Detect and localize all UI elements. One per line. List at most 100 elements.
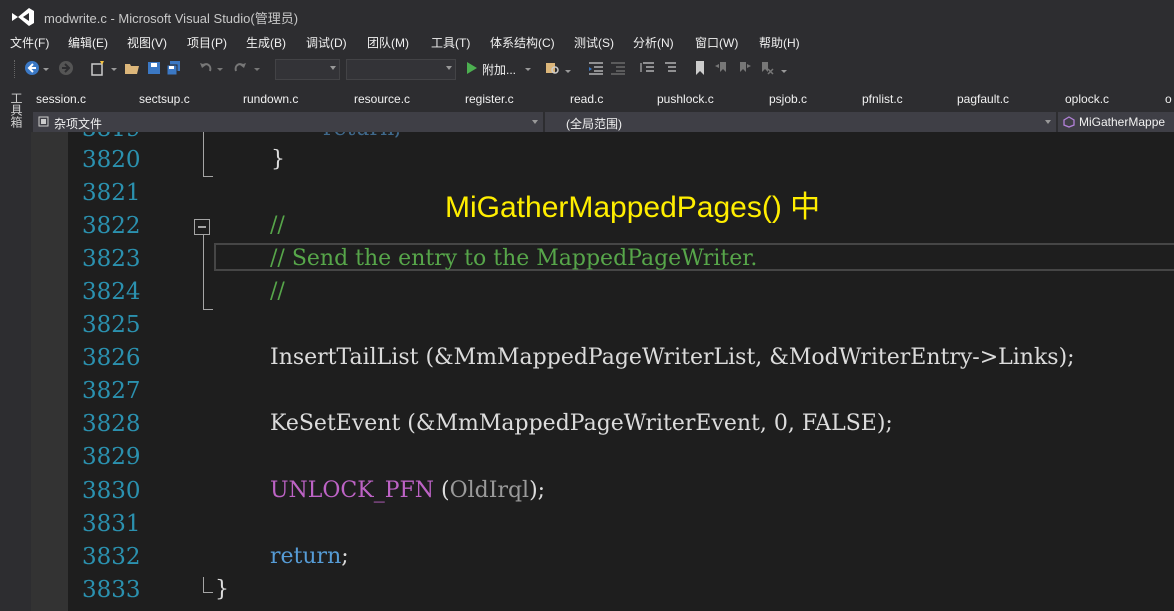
method-icon	[1063, 116, 1075, 128]
outline-guide	[203, 309, 213, 310]
line-number: 3821	[82, 180, 141, 206]
solution-platform-dropdown[interactable]	[346, 59, 456, 80]
increase-indent-icon[interactable]	[610, 60, 626, 76]
tab-overflow[interactable]: o	[1165, 92, 1172, 106]
code-line: KeSetEvent (&MmMappedPageWriterEvent, 0,…	[270, 411, 893, 436]
tab-sectsup-c[interactable]: sectsup.c	[139, 92, 190, 106]
tab-read-c[interactable]: read.c	[570, 92, 603, 106]
scope-dropdown-value: (全局范围)	[566, 117, 622, 131]
line-number: 3825	[82, 312, 141, 338]
project-dropdown-value: 杂项文件	[54, 117, 103, 131]
code-token: (	[434, 478, 450, 503]
parameter-token: OldIrql	[449, 478, 530, 503]
standard-toolbar: 附加...	[0, 54, 1174, 82]
menu-build[interactable]: 生成(B)	[246, 34, 286, 51]
redo-icon[interactable]	[232, 60, 248, 76]
line-number: 3824	[82, 279, 141, 305]
outline-guide	[203, 176, 213, 177]
chevron-down-icon[interactable]	[564, 60, 572, 76]
chevron-down-icon	[1045, 120, 1051, 124]
code-line: }	[215, 577, 229, 602]
menu-debug[interactable]: 调试(D)	[306, 34, 347, 51]
previous-bookmark-icon[interactable]	[714, 60, 730, 76]
project-dropdown[interactable]: 杂项文件	[33, 112, 543, 132]
next-bookmark-icon[interactable]	[736, 60, 752, 76]
scope-dropdown[interactable]: (全局范围)	[545, 112, 1056, 132]
line-number-margin: 3819 3820 3821 3822 3823 3824 3825 3826 …	[68, 132, 168, 611]
toolbox-rail: 工具箱	[0, 84, 31, 611]
chevron-down-icon[interactable]	[42, 60, 50, 76]
line-number: 3832	[82, 544, 141, 570]
save-all-icon[interactable]	[166, 60, 182, 76]
tab-rundown-c[interactable]: rundown.c	[243, 92, 298, 106]
menu-help[interactable]: 帮助(H)	[759, 34, 800, 51]
new-project-icon[interactable]	[90, 60, 106, 76]
line-number: 3820	[82, 147, 141, 173]
tab-resource-c[interactable]: resource.c	[354, 92, 410, 106]
uncomment-lines-icon[interactable]	[662, 60, 678, 76]
code-line: return;	[270, 544, 349, 569]
code-line: InsertTailList (&MmMappedPageWriterList,…	[270, 345, 1075, 370]
attach-button[interactable]: 附加...	[482, 61, 516, 78]
tab-register-c[interactable]: register.c	[465, 92, 514, 106]
line-number: 3823	[82, 246, 141, 272]
chevron-down-icon	[330, 66, 336, 70]
menu-tools[interactable]: 工具(T)	[431, 34, 470, 51]
undo-icon[interactable]	[198, 60, 214, 76]
save-icon[interactable]	[146, 60, 162, 76]
collapse-toggle[interactable]	[194, 219, 210, 235]
window-title: modwrite.c - Microsoft Visual Studio(管理员…	[44, 11, 299, 26]
toolbar-grip[interactable]	[14, 60, 18, 78]
code-editor[interactable]: 3819 3820 3821 3822 3823 3824 3825 3826 …	[31, 132, 1174, 611]
menu-test[interactable]: 测试(S)	[574, 34, 614, 51]
member-dropdown-value: MiGatherMappe	[1079, 115, 1166, 129]
code-line: // Send the entry to the MappedPageWrite…	[270, 246, 758, 271]
tab-pfnlist-c[interactable]: pfnlist.c	[862, 92, 903, 106]
tab-session-c[interactable]: session.c	[36, 92, 86, 106]
open-file-icon[interactable]	[124, 60, 140, 76]
chevron-down-icon[interactable]	[524, 60, 532, 76]
menu-project[interactable]: 项目(P)	[187, 34, 227, 51]
annotation-caption: MiGatherMappedPages() 中	[445, 191, 821, 224]
menu-window[interactable]: 窗口(W)	[695, 34, 738, 51]
navigate-forward-icon[interactable]	[58, 60, 74, 76]
find-in-files-icon[interactable]	[544, 60, 560, 76]
code-line: //	[270, 279, 285, 304]
indicator-margin[interactable]	[31, 132, 68, 611]
file-icon	[38, 116, 49, 127]
solution-configuration-dropdown[interactable]	[275, 59, 340, 80]
line-number: 3829	[82, 444, 141, 470]
chevron-down-icon	[446, 66, 452, 70]
tab-oplock-c[interactable]: oplock.c	[1065, 92, 1109, 106]
decrease-indent-icon[interactable]	[588, 60, 604, 76]
tab-psjob-c[interactable]: psjob.c	[769, 92, 807, 106]
outline-guide	[203, 577, 204, 593]
line-number: 3831	[82, 511, 141, 537]
navigation-bar: 杂项文件 (全局范围) MiGatherMappe	[31, 110, 1174, 132]
chevron-down-icon[interactable]	[110, 60, 118, 76]
start-debugging-icon[interactable]	[464, 60, 480, 76]
clear-bookmarks-icon[interactable]	[758, 60, 774, 76]
menu-view[interactable]: 视图(V)	[127, 34, 167, 51]
line-number: 3828	[82, 411, 141, 437]
comment-lines-icon[interactable]	[640, 60, 656, 76]
chevron-down-icon[interactable]	[780, 60, 788, 76]
bookmark-icon[interactable]	[692, 60, 708, 76]
menu-team[interactable]: 团队(M)	[367, 34, 409, 51]
line-number: 3830	[82, 478, 141, 504]
tab-pushlock-c[interactable]: pushlock.c	[657, 92, 714, 106]
toolbox-tab[interactable]: 工具箱	[6, 92, 23, 128]
code-line: return;	[323, 132, 402, 141]
menu-edit[interactable]: 编辑(E)	[68, 34, 108, 51]
visual-studio-logo-icon	[12, 8, 34, 26]
chevron-down-icon[interactable]	[216, 60, 224, 76]
menu-architecture[interactable]: 体系结构(C)	[490, 34, 555, 51]
member-dropdown[interactable]: MiGatherMappe	[1058, 112, 1174, 132]
keyword-token: return	[270, 544, 342, 569]
chevron-down-icon[interactable]	[253, 60, 261, 76]
menu-bar: 文件(F) 编辑(E) 视图(V) 项目(P) 生成(B) 调试(D) 团队(M…	[0, 31, 1174, 53]
menu-file[interactable]: 文件(F)	[10, 34, 49, 51]
tab-pagfault-c[interactable]: pagfault.c	[957, 92, 1009, 106]
menu-analyze[interactable]: 分析(N)	[633, 34, 674, 51]
navigate-back-icon[interactable]	[24, 60, 40, 76]
